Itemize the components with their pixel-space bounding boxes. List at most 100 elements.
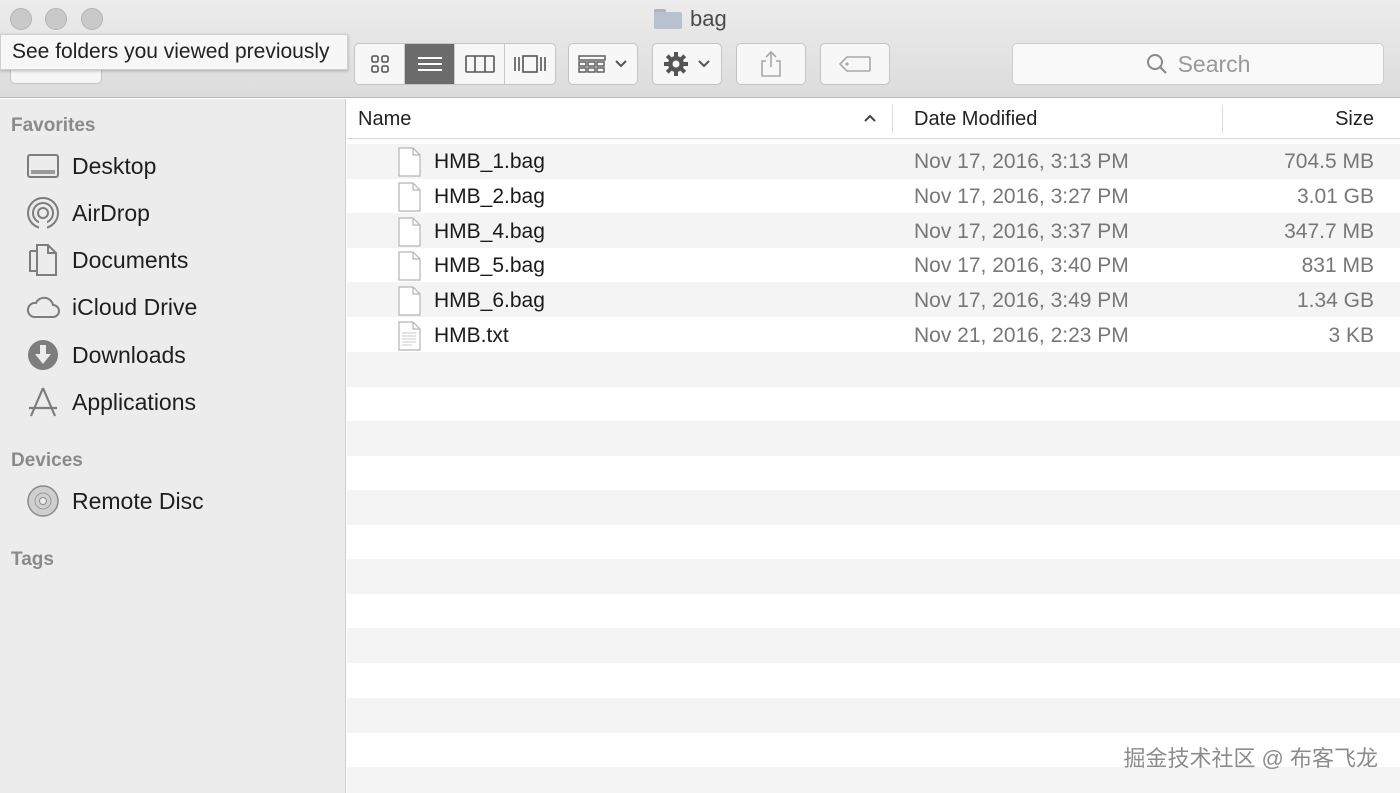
document-icon <box>398 217 421 247</box>
icon-view-icon <box>370 55 389 73</box>
column-header: Name Date Modified Size <box>347 99 1400 139</box>
table-row[interactable]: HMB_5.bag Nov 17, 2016, 3:40 PM 831 MB <box>347 248 1400 283</box>
toolbar: bag See folders you viewed previously Se… <box>0 0 1400 98</box>
chevron-down-icon <box>615 60 627 68</box>
sidebar-item-label: Documents <box>72 246 189 273</box>
sidebar-item-airdrop[interactable]: AirDrop <box>26 195 150 231</box>
window-title-text: bag <box>690 6 727 31</box>
list-stripe <box>347 697 1400 733</box>
file-size: 3.01 GB <box>1296 185 1374 208</box>
table-row[interactable]: HMB_6.bag Nov 17, 2016, 3:49 PM 1.34 GB <box>347 283 1400 318</box>
file-date: Nov 21, 2016, 2:23 PM <box>914 324 1129 347</box>
file-name: HMB_4.bag <box>434 220 545 243</box>
list-stripe <box>347 386 1400 421</box>
sidebar-item-documents[interactable]: Documents <box>26 242 188 278</box>
share-icon <box>761 50 781 77</box>
search-field[interactable]: Search <box>1012 43 1384 85</box>
column-divider[interactable] <box>1222 105 1223 133</box>
file-size: 3 KB <box>1328 324 1374 347</box>
sidebar-item-icloud-drive[interactable]: iCloud Drive <box>26 289 197 325</box>
search-placeholder: Search <box>1177 50 1251 77</box>
file-size: 1.34 GB <box>1296 289 1374 312</box>
table-row[interactable]: HMB_1.bag Nov 17, 2016, 3:13 PM 704.5 MB <box>347 144 1400 179</box>
file-size: 831 MB <box>1301 254 1374 277</box>
documents-icon <box>26 243 60 277</box>
file-date: Nov 17, 2016, 3:40 PM <box>914 254 1129 277</box>
list-stripe <box>347 594 1400 629</box>
sidebar-item-downloads[interactable]: Downloads <box>26 337 186 373</box>
sort-ascending-icon <box>864 114 876 122</box>
minimize-window-button[interactable] <box>45 8 67 30</box>
tags-button[interactable] <box>820 43 890 85</box>
text-document-icon <box>398 321 421 351</box>
desktop-icon <box>26 149 60 183</box>
list-stripe <box>347 559 1400 595</box>
sidebar-item-applications[interactable]: Applications <box>26 384 196 420</box>
list-stripe <box>347 420 1400 456</box>
tags-heading: Tags <box>11 549 54 570</box>
table-row[interactable]: HMB_4.bag Nov 17, 2016, 3:37 PM 347.7 MB <box>347 214 1400 249</box>
zoom-window-button[interactable] <box>81 8 103 30</box>
list-stripe <box>347 525 1400 560</box>
file-name: HMB.txt <box>434 324 509 347</box>
sidebar-item-label: iCloud Drive <box>72 293 198 320</box>
gear-icon <box>664 52 688 76</box>
gallery-view-button[interactable] <box>505 44 555 84</box>
file-date: Nov 17, 2016, 3:27 PM <box>914 185 1129 208</box>
list-stripe <box>347 628 1400 664</box>
column-view-button[interactable] <box>455 44 505 84</box>
share-button[interactable] <box>736 43 806 85</box>
close-window-button[interactable] <box>10 8 32 30</box>
view-mode-control <box>354 43 556 85</box>
sidebar-item-label: Desktop <box>72 152 157 179</box>
file-name: HMB_5.bag <box>434 254 545 277</box>
disc-icon <box>26 484 60 518</box>
sidebar: Favorites Desktop AirDrop Documents iClo… <box>0 99 346 793</box>
document-icon <box>398 286 421 316</box>
table-row[interactable]: HMB.txt Nov 21, 2016, 2:23 PM 3 KB <box>347 318 1400 353</box>
sidebar-item-desktop[interactable]: Desktop <box>26 148 156 184</box>
file-size: 704.5 MB <box>1284 150 1374 173</box>
sidebar-item-label: AirDrop <box>72 199 150 226</box>
file-date: Nov 17, 2016, 3:37 PM <box>914 220 1129 243</box>
file-date: Nov 17, 2016, 3:13 PM <box>914 150 1129 173</box>
list-view-button[interactable] <box>405 44 455 84</box>
list-stripe <box>347 351 1400 387</box>
list-stripe <box>347 490 1400 525</box>
tag-icon <box>838 56 871 72</box>
folder-icon <box>654 9 682 29</box>
icon-view-button[interactable] <box>355 44 405 84</box>
file-date: Nov 17, 2016, 3:49 PM <box>914 289 1129 312</box>
sidebar-item-label: Remote Disc <box>72 487 204 514</box>
column-size-header[interactable]: Size <box>1335 99 1374 139</box>
file-name: HMB_6.bag <box>434 289 545 312</box>
column-divider[interactable] <box>892 105 893 133</box>
column-date-header[interactable]: Date Modified <box>914 99 1037 139</box>
favorites-heading: Favorites <box>11 115 96 136</box>
chevron-down-icon <box>698 60 710 68</box>
list-stripe <box>347 663 1400 698</box>
column-name-header[interactable]: Name <box>358 99 411 139</box>
document-icon <box>398 182 421 212</box>
file-name: HMB_2.bag <box>434 185 545 208</box>
airdrop-icon <box>26 196 60 230</box>
watermark: 掘金技术社区 @ 布客飞龙 <box>1123 746 1378 771</box>
file-size: 347.7 MB <box>1284 220 1374 243</box>
devices-heading: Devices <box>11 450 83 471</box>
search-icon <box>1146 54 1167 74</box>
back-forward-tooltip: See folders you viewed previously <box>0 34 348 70</box>
list-stripe <box>347 455 1400 490</box>
table-row[interactable]: HMB_2.bag Nov 17, 2016, 3:27 PM 3.01 GB <box>347 179 1400 214</box>
column-view-icon <box>464 55 495 73</box>
applications-icon <box>26 385 60 419</box>
cloud-icon <box>26 290 60 324</box>
file-name: HMB_1.bag <box>434 150 545 173</box>
action-button[interactable] <box>652 43 722 85</box>
document-icon <box>398 147 421 177</box>
sidebar-item-label: Downloads <box>72 341 186 368</box>
window-title: bag <box>654 4 727 34</box>
arrange-button[interactable] <box>568 43 638 85</box>
file-list: Name Date Modified Size HMB_1.bag Nov 17… <box>347 99 1400 793</box>
sidebar-item-label: Applications <box>72 388 197 415</box>
sidebar-item-remote-disc[interactable]: Remote Disc <box>26 483 204 519</box>
